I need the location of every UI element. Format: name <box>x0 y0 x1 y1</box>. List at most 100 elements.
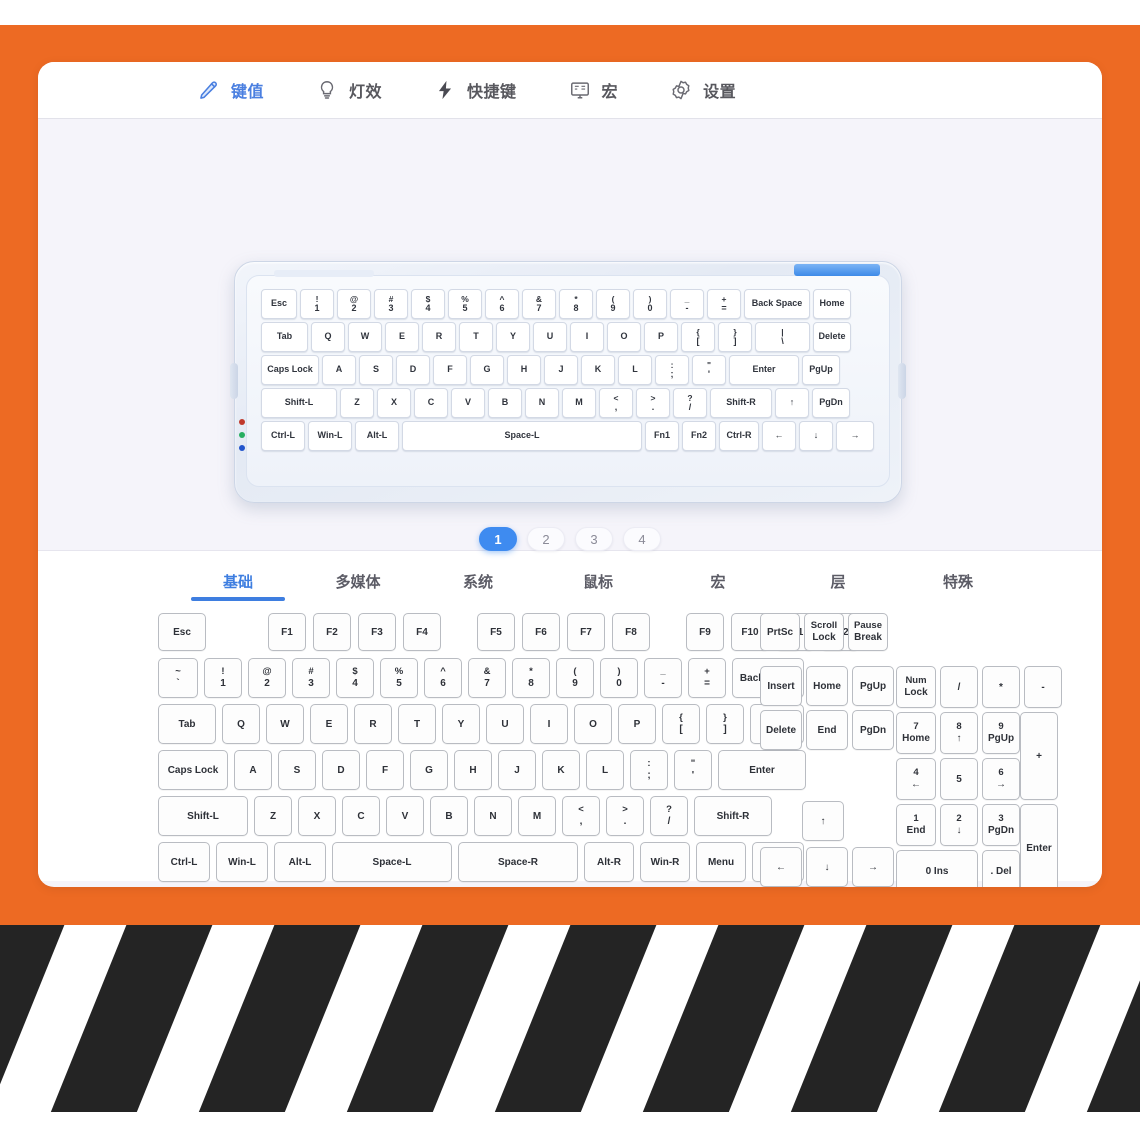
preview-key[interactable]: L <box>618 355 652 385</box>
picker-key[interactable]: }] <box>706 704 744 744</box>
preview-key[interactable]: N <box>525 388 559 418</box>
preview-key[interactable]: % 5 <box>448 289 482 319</box>
picker-key[interactable]: Insert <box>760 666 802 706</box>
picker-key[interactable]: Home <box>806 666 848 706</box>
category-tab[interactable]: 宏 <box>658 571 778 601</box>
picker-key[interactable]: C <box>342 796 380 836</box>
category-tab[interactable]: 多媒体 <box>298 571 418 601</box>
picker-key[interactable]: Menu <box>696 842 746 882</box>
preview-key[interactable]: ) 0 <box>633 289 667 319</box>
picker-key[interactable]: F8 <box>612 613 650 651</box>
picker-key[interactable]: 1 End <box>896 804 936 846</box>
picker-key[interactable]: Pause Break <box>848 613 888 651</box>
picker-key[interactable]: N <box>474 796 512 836</box>
picker-key[interactable]: ? / <box>650 796 688 836</box>
picker-key[interactable]: . Del <box>982 850 1020 887</box>
picker-key[interactable]: F6 <box>522 613 560 651</box>
preview-key[interactable]: Z <box>340 388 374 418</box>
layer-pill-4[interactable]: 4 <box>623 527 661 551</box>
preview-key[interactable]: _ - <box>670 289 704 319</box>
picker-key[interactable]: 3 PgDn <box>982 804 1020 846</box>
picker-key[interactable]: Enter <box>718 750 806 790</box>
preview-key[interactable]: Enter <box>729 355 799 385</box>
picker-key-arrow[interactable]: → <box>852 847 894 887</box>
preview-key[interactable]: T <box>459 322 493 352</box>
nav-tab-keymap[interactable]: 键值 <box>198 62 264 118</box>
preview-key[interactable]: Ctrl-L <box>261 421 305 451</box>
picker-key-numpad-plus[interactable]: + <box>1020 712 1058 800</box>
nav-tab-lighting[interactable]: 灯效 <box>316 62 382 118</box>
picker-key[interactable]: F3 <box>358 613 396 651</box>
preview-key[interactable]: X <box>377 388 411 418</box>
picker-key[interactable]: $4 <box>336 658 374 698</box>
picker-key[interactable]: Alt-L <box>274 842 326 882</box>
picker-key[interactable]: E <box>310 704 348 744</box>
picker-key[interactable]: 5 <box>940 758 978 800</box>
picker-key[interactable]: L <box>586 750 624 790</box>
preview-key[interactable]: Home <box>813 289 851 319</box>
layer-pill-3[interactable]: 3 <box>575 527 613 551</box>
preview-key[interactable]: R <box>422 322 456 352</box>
category-tab[interactable]: 层 <box>778 571 898 601</box>
preview-key[interactable]: E <box>385 322 419 352</box>
picker-key[interactable]: ~ ` <box>158 658 198 698</box>
picker-key[interactable]: - <box>1024 666 1062 708</box>
picker-key[interactable]: H <box>454 750 492 790</box>
picker-key[interactable]: S <box>278 750 316 790</box>
picker-key[interactable]: F1 <box>268 613 306 651</box>
picker-key[interactable]: / <box>940 666 978 708</box>
preview-key[interactable]: PgDn <box>812 388 850 418</box>
picker-key[interactable]: Shift-L <box>158 796 248 836</box>
preview-key[interactable]: J <box>544 355 578 385</box>
picker-key[interactable]: Win-R <box>640 842 690 882</box>
preview-key[interactable]: H <box>507 355 541 385</box>
picker-key[interactable]: J <box>498 750 536 790</box>
picker-key[interactable]: & 7 <box>468 658 506 698</box>
picker-key[interactable]: F5 <box>477 613 515 651</box>
preview-key[interactable]: $4 <box>411 289 445 319</box>
preview-key[interactable]: Esc <box>261 289 297 319</box>
preview-key[interactable]: B <box>488 388 522 418</box>
picker-key[interactable]: F9 <box>686 613 724 651</box>
picker-key[interactable]: R <box>354 704 392 744</box>
picker-key[interactable]: O <box>574 704 612 744</box>
picker-key[interactable]: Esc <box>158 613 206 651</box>
nav-tab-settings[interactable]: 设置 <box>670 62 736 118</box>
picker-key[interactable]: 0 Ins <box>896 850 978 887</box>
preview-key[interactable]: M <box>562 388 596 418</box>
preview-key[interactable]: Alt-L <box>355 421 399 451</box>
preview-key[interactable]: >. <box>636 388 670 418</box>
preview-key[interactable]: K <box>581 355 615 385</box>
picker-key[interactable]: Delete <box>760 710 802 750</box>
picker-key[interactable]: Scroll Lock <box>804 613 844 651</box>
preview-key[interactable]: Delete <box>813 322 851 352</box>
preview-key[interactable]: Shift-R <box>710 388 772 418</box>
preview-key[interactable]: Fn1 <box>645 421 679 451</box>
picker-key[interactable]: F <box>366 750 404 790</box>
picker-key[interactable]: B <box>430 796 468 836</box>
picker-key[interactable]: U <box>486 704 524 744</box>
picker-key[interactable]: M <box>518 796 556 836</box>
picker-key-numpad-enter[interactable]: Enter <box>1020 804 1058 887</box>
picker-key[interactable]: % 5 <box>380 658 418 698</box>
picker-key[interactable]: Y <box>442 704 480 744</box>
preview-key[interactable]: ? / <box>673 388 707 418</box>
preview-key[interactable]: :; <box>655 355 689 385</box>
category-tab[interactable]: 鼠标 <box>538 571 658 601</box>
preview-key[interactable]: S <box>359 355 393 385</box>
picker-key[interactable]: F7 <box>567 613 605 651</box>
layer-pill-2[interactable]: 2 <box>527 527 565 551</box>
preview-key[interactable]: W <box>348 322 382 352</box>
picker-key[interactable]: 2 ↓ <box>940 804 978 846</box>
picker-key[interactable]: >. <box>606 796 644 836</box>
picker-key[interactable]: Z <box>254 796 292 836</box>
preview-key[interactable]: ↓ <box>799 421 833 451</box>
preview-key[interactable]: PgUp <box>802 355 840 385</box>
category-tab[interactable]: 基础 <box>178 571 298 601</box>
preview-key[interactable]: A <box>322 355 356 385</box>
preview-key[interactable]: ^ 6 <box>485 289 519 319</box>
category-tab[interactable]: 系统 <box>418 571 538 601</box>
preview-key[interactable]: D <box>396 355 430 385</box>
picker-key[interactable]: Alt-R <box>584 842 634 882</box>
preview-key[interactable]: (9 <box>596 289 630 319</box>
